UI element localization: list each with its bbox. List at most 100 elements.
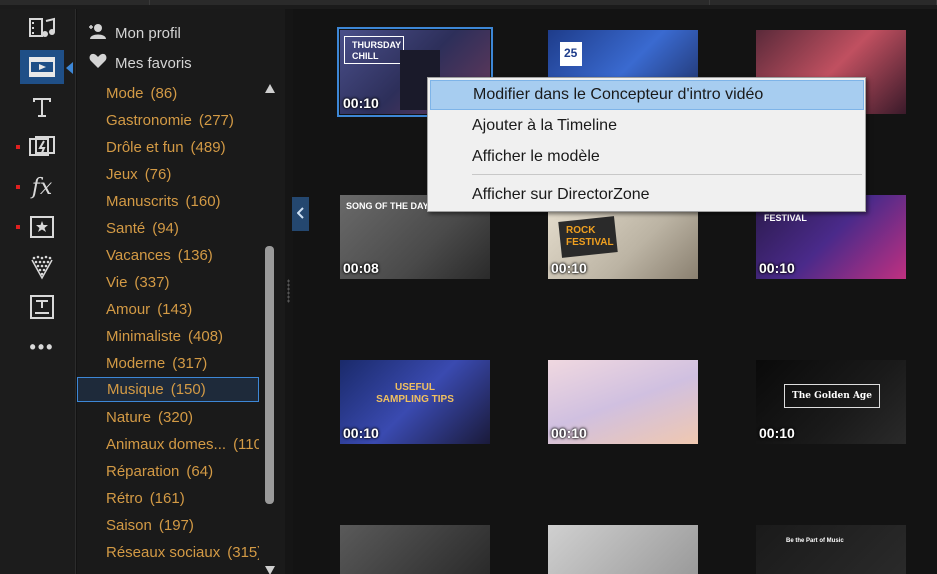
media-library-icon	[28, 16, 56, 40]
thumbnail-text: USEFUL SAMPLING TIPS	[376, 382, 454, 405]
category-count: (136)	[177, 247, 213, 264]
thumbnail-text: 25	[564, 46, 578, 60]
category-item[interactable]: Animaux domes... (110	[77, 432, 259, 457]
heart-icon	[89, 53, 115, 73]
category-count: (94)	[152, 220, 179, 237]
my-profile-item[interactable]: Mon profil	[89, 21, 181, 45]
category-count: (315)	[227, 544, 259, 561]
menu-separator	[472, 174, 862, 175]
category-item[interactable]: Rétro (161)	[77, 486, 259, 511]
menu-item-view-on-directorzone[interactable]: Afficher sur DirectorZone	[430, 180, 864, 210]
thumbnail-duration: 00:08	[343, 260, 379, 276]
category-item[interactable]: Amour (143)	[77, 297, 259, 322]
category-name: Vie	[106, 274, 128, 291]
collapse-panel-button[interactable]	[292, 197, 309, 231]
title-icon	[30, 95, 54, 119]
top-strip-segment	[150, 0, 710, 5]
chevron-left-icon	[296, 206, 305, 222]
category-item[interactable]: Gastronomie (277)	[77, 108, 259, 133]
app-window: fx ••• Mon profil Mes favoris Mode (86) …	[0, 0, 937, 574]
category-item[interactable]: Drôle et fun (489)	[77, 135, 259, 160]
category-panel: Mon profil Mes favoris Mode (86) Gastrono…	[77, 9, 285, 574]
category-item[interactable]: Saison (197)	[77, 513, 259, 538]
menu-item-label: Ajouter à la Timeline	[472, 117, 617, 134]
category-item[interactable]: Manuscrits (160)	[77, 189, 259, 214]
category-name: Jeux	[106, 166, 138, 183]
category-count: (160)	[185, 193, 221, 210]
room-toolbar: fx •••	[0, 9, 76, 574]
thumbnail-text: FESTIVAL	[764, 213, 807, 223]
category-name: Animaux domes...	[106, 436, 227, 453]
category-count: (317)	[172, 355, 208, 372]
category-item[interactable]: Minimaliste (408)	[77, 324, 259, 349]
category-count: (110	[233, 436, 259, 453]
scroll-down-arrow-icon[interactable]	[265, 566, 275, 574]
category-count: (197)	[158, 517, 194, 534]
my-favorites-item[interactable]: Mes favoris	[89, 51, 192, 75]
template-thumbnail[interactable]: Be the Part of Music	[756, 525, 906, 574]
category-item[interactable]: Jeux (76)	[77, 162, 259, 187]
template-thumbnail[interactable]: 00:10	[548, 360, 698, 444]
error-dot	[16, 225, 20, 229]
menu-item-label: Modifier dans le Concepteur d'intro vidé…	[473, 86, 764, 103]
transition-room-button[interactable]	[16, 130, 64, 164]
category-item[interactable]: Moderne (317)	[77, 351, 259, 376]
menu-item-edit-in-intro-designer[interactable]: Modifier dans le Concepteur d'intro vidé…	[430, 80, 864, 110]
thumbnail-duration: 00:10	[343, 425, 379, 441]
thumbnail-duration: 00:10	[759, 260, 795, 276]
media-room-button[interactable]	[20, 11, 64, 45]
category-item[interactable]: Réseaux sociaux (315)	[77, 540, 259, 565]
category-name: Nature	[106, 409, 152, 426]
menu-item-add-to-timeline[interactable]: Ajouter à la Timeline	[430, 111, 864, 141]
top-strip	[0, 0, 937, 9]
template-room-button[interactable]	[20, 50, 73, 84]
category-scrollbar[interactable]	[264, 81, 276, 574]
category-count: (320)	[158, 409, 194, 426]
thumbnail-text: ROCK FESTIVAL	[566, 225, 614, 248]
subtitle-room-button[interactable]	[20, 290, 64, 324]
transition-icon	[28, 135, 56, 159]
title-room-button[interactable]	[20, 90, 64, 124]
category-item[interactable]: Réparation (64)	[77, 459, 259, 484]
category-item[interactable]: Vacances (136)	[77, 243, 259, 268]
category-count: (76)	[144, 166, 172, 183]
template-thumbnail[interactable]: The Golden Age 00:10	[756, 360, 906, 444]
subtitle-icon	[29, 294, 55, 320]
profile-icon	[89, 23, 115, 43]
template-thumbnail[interactable]	[548, 525, 698, 574]
menu-item-view-template[interactable]: Afficher le modèle	[430, 142, 864, 172]
category-item[interactable]: Vie (337)	[77, 270, 259, 295]
scrollbar-thumb[interactable]	[265, 246, 274, 504]
category-count: (150)	[170, 381, 206, 398]
category-name: Saison	[106, 517, 152, 534]
template-thumbnail[interactable]	[340, 525, 490, 574]
panel-splitter[interactable]	[285, 9, 293, 574]
particle-room-button[interactable]	[16, 210, 64, 244]
scroll-up-arrow-icon[interactable]	[265, 84, 275, 93]
category-item[interactable]: Santé (94)	[77, 216, 259, 241]
category-item[interactable]: Mode (86)	[77, 81, 259, 106]
category-count: (86)	[150, 85, 178, 102]
overlay-room-button[interactable]	[20, 250, 64, 284]
category-name: Minimaliste	[106, 328, 182, 345]
category-name: Vacances	[106, 247, 171, 264]
template-thumbnail[interactable]: USEFUL SAMPLING TIPS 00:10	[340, 360, 490, 444]
category-name: Réseaux sociaux	[106, 544, 221, 561]
more-rooms-button[interactable]: •••	[20, 330, 64, 364]
context-menu: Modifier dans le Concepteur d'intro vidé…	[427, 77, 866, 212]
category-item-selected[interactable]: Musique (150)	[77, 377, 259, 402]
category-item[interactable]: Nature (320)	[77, 405, 259, 430]
menu-item-label: Afficher sur DirectorZone	[472, 186, 650, 203]
category-name: Amour	[106, 301, 151, 318]
fx-room-button[interactable]: fx	[16, 170, 64, 204]
category-name: Santé	[106, 220, 146, 237]
category-name: Réparation	[106, 463, 180, 480]
category-count: (161)	[149, 490, 185, 507]
error-dot	[16, 145, 20, 149]
my-favorites-label: Mes favoris	[115, 54, 192, 72]
top-strip-segment	[710, 0, 937, 5]
category-count: (337)	[134, 274, 170, 291]
top-strip-segment	[0, 0, 150, 5]
splitter-grip[interactable]	[287, 279, 290, 303]
thumbnail-text: The Golden Age	[792, 391, 872, 401]
